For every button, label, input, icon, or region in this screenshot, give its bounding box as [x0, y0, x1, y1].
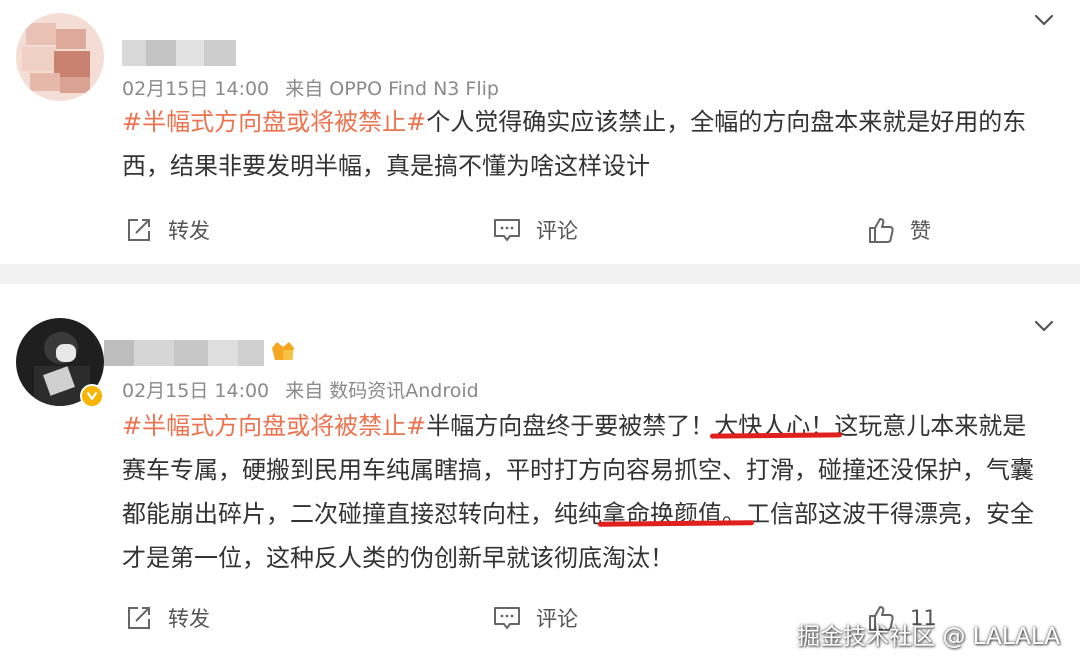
post-date: 02月15日 14:00: [122, 78, 270, 100]
comment-button[interactable]: 评论: [492, 598, 578, 638]
comment-button[interactable]: 评论: [492, 210, 578, 250]
topic-link[interactable]: #半幅式方向盘或将被禁止#: [122, 412, 426, 440]
post-content: #半幅式方向盘或将被禁止#半幅方向盘终于要被禁了！大快人心！ 这玩意儿本来就是赛车…: [122, 404, 1044, 580]
comment-label: 评论: [536, 219, 578, 243]
username-blurred[interactable]: [104, 340, 264, 366]
post-meta: 02月15日 14:00 来自 数码资讯Android: [122, 376, 479, 403]
feed-separator: [0, 264, 1080, 284]
post-meta: 02月15日 14:00 来自 OPPO Find N3 Flip: [122, 74, 499, 101]
repost-button[interactable]: 转发: [124, 210, 210, 250]
repost-label: 转发: [168, 607, 210, 631]
comment-icon: [494, 219, 520, 241]
watermark-text: 掘金技术社区 @ LALALA: [797, 624, 1060, 650]
post-date: 02月15日 14:00: [122, 380, 270, 402]
like-icon: [869, 218, 894, 243]
post-content: #半幅式方向盘或将被禁止#个人觉得确实应该禁止，全幅的方向盘本来就是好用的东西，…: [122, 100, 1044, 188]
username-blurred[interactable]: [122, 40, 236, 66]
like-button[interactable]: 赞: [866, 210, 931, 250]
post-text-part-1: 半幅方向盘终于要被禁了！: [426, 412, 715, 440]
repost-icon: [128, 607, 150, 629]
repost-icon: [128, 219, 150, 241]
highlight-underlined-1: 大快人心！: [710, 412, 843, 440]
action-bar: 转发 评论 赞: [0, 210, 1080, 250]
repost-button[interactable]: 转发: [124, 598, 210, 638]
verified-badge-icon: [80, 384, 104, 408]
repost-label: 转发: [168, 219, 210, 243]
chevron-down-icon[interactable]: [1032, 314, 1056, 338]
like-label: 赞: [910, 219, 931, 243]
feed-post-1: 02月15日 14:00 来自 OPPO Find N3 Flip #半幅式方向…: [0, 0, 1080, 264]
topic-link[interactable]: #半幅式方向盘或将被禁止#: [122, 108, 426, 136]
post-source: 来自 OPPO Find N3 Flip: [285, 78, 499, 100]
feed-post-2: 02月15日 14:00 来自 数码资讯Android #半幅式方向盘或将被禁止…: [0, 284, 1080, 669]
comment-icon: [494, 607, 520, 629]
highlight-underlined-2: 拿命换颜值。: [597, 500, 755, 528]
comment-label: 评论: [536, 607, 578, 631]
fan-badge-icon: [272, 342, 294, 360]
avatar[interactable]: [16, 13, 104, 101]
chevron-down-icon[interactable]: [1032, 8, 1056, 32]
post-source: 来自 数码资讯Android: [285, 380, 479, 402]
